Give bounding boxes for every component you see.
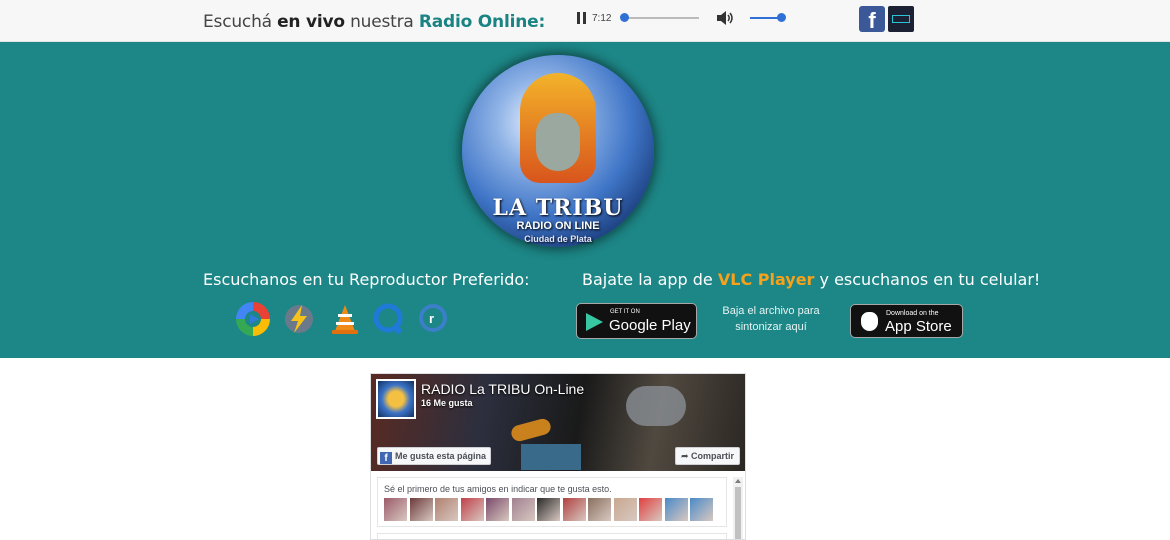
next-card (377, 533, 727, 539)
apple-icon (861, 312, 878, 331)
friend-avatar[interactable] (511, 498, 535, 521)
facebook-small-icon: f (380, 452, 392, 464)
progress-slider[interactable] (620, 13, 699, 22)
audio-player: 7:12 (572, 9, 792, 29)
facebook-page-widget: RADIO La TRIBU On-Line 16 Me gusta f Me g… (370, 373, 746, 540)
friend-avatar[interactable] (664, 498, 688, 521)
friend-avatar[interactable] (486, 498, 509, 521)
la-tribu-logo: LA TRIBU RADIO ON LINE Ciudad de Plata (462, 55, 654, 247)
volume-icon[interactable] (716, 10, 734, 26)
likes-count: 16 Me gusta (421, 398, 473, 408)
quicktime-icon[interactable] (372, 302, 406, 336)
monitor-shape (521, 444, 581, 470)
app-heading-text-2: y escuchanos en tu celular! (814, 270, 1041, 289)
scroll-up-icon[interactable] (735, 479, 741, 483)
logo-title: LA TRIBU (492, 195, 624, 221)
tagline-accent: Radio Online: (418, 12, 546, 32)
progress-knob[interactable] (620, 13, 629, 22)
radio-app-icon[interactable] (888, 6, 914, 32)
radio-tagline: Escuchá en vivo nuestra Radio Online: (203, 12, 545, 32)
logo-city: Ciudad de Plata (524, 234, 592, 244)
friend-avatar[interactable] (562, 498, 586, 521)
google-play-icon (586, 313, 603, 331)
friend-avatar[interactable] (690, 498, 713, 521)
share-icon: ➦ (681, 451, 692, 461)
volume-knob[interactable] (777, 13, 786, 22)
friend-avatar[interactable] (435, 498, 458, 521)
cover-photo[interactable]: RADIO La TRIBU On-Line 16 Me gusta f Me g… (371, 374, 745, 471)
friend-avatar[interactable] (460, 498, 484, 521)
friend-avatar[interactable] (537, 498, 560, 521)
page-name[interactable]: RADIO La TRIBU On-Line (421, 381, 584, 397)
friend-avatar[interactable] (639, 498, 662, 521)
friends-card: Sé el primero de tus amigos en indicar q… (377, 477, 727, 527)
windows-media-player-icon[interactable] (236, 302, 270, 336)
tagline-text-2: nuestra (344, 12, 419, 32)
scrollbar[interactable] (733, 477, 743, 539)
app-store-small: Download on the (886, 310, 939, 317)
scroll-thumb[interactable] (735, 487, 741, 539)
page-avatar[interactable] (376, 379, 416, 419)
friend-avatar[interactable] (588, 498, 611, 521)
google-play-big: Google Play (609, 317, 691, 334)
app-heading-text: Bajate la app de (582, 270, 718, 289)
top-bar: Escuchá en vivo nuestra Radio Online: 7:… (0, 0, 1170, 42)
lamp-shape (509, 417, 553, 443)
friend-avatar[interactable] (409, 498, 433, 521)
file-note[interactable]: Baja el archivo para sintonizar aquí (712, 303, 830, 335)
realplayer-icon[interactable]: r (416, 302, 450, 336)
pause-button[interactable] (576, 12, 587, 24)
app-store-badge[interactable]: Download on the App Store (850, 304, 963, 338)
share-button[interactable]: ➦ Compartir (675, 447, 741, 465)
app-heading: Bajate la app de VLC Player y escuchanos… (582, 270, 1040, 289)
friend-avatar[interactable] (613, 498, 637, 521)
friend-avatar[interactable] (384, 498, 407, 521)
chief-face-icon (536, 113, 580, 171)
time-display: 7:12 (592, 13, 612, 24)
like-page-label: Me gusta esta página (395, 451, 487, 461)
tagline-text: Escuchá (203, 12, 278, 32)
vlc-icon[interactable] (328, 302, 362, 336)
listen-heading: Escuchanos en tu Reproductor Preferido: (203, 270, 530, 289)
tagline-bold: en vivo (277, 12, 345, 32)
vlc-player-link: VLC Player (717, 270, 815, 289)
hero-band: LA TRIBU RADIO ON LINE Ciudad de Plata E… (0, 42, 1170, 358)
winamp-icon[interactable] (282, 302, 316, 336)
app-store-big: App Store (885, 318, 952, 335)
google-play-small: GET IT ON (610, 309, 640, 315)
friends-message: Sé el primero de tus amigos en indicar q… (384, 484, 612, 494)
volume-slider[interactable] (750, 13, 786, 22)
google-play-badge[interactable]: GET IT ON Google Play (576, 303, 697, 339)
svg-text:r: r (429, 311, 434, 326)
share-label: Compartir (691, 451, 735, 461)
facebook-icon[interactable]: f (859, 6, 885, 33)
like-page-button[interactable]: f Me gusta esta página (377, 447, 492, 465)
microphone-shape (626, 386, 686, 426)
logo-subtitle: RADIO ON LINE (516, 220, 600, 232)
